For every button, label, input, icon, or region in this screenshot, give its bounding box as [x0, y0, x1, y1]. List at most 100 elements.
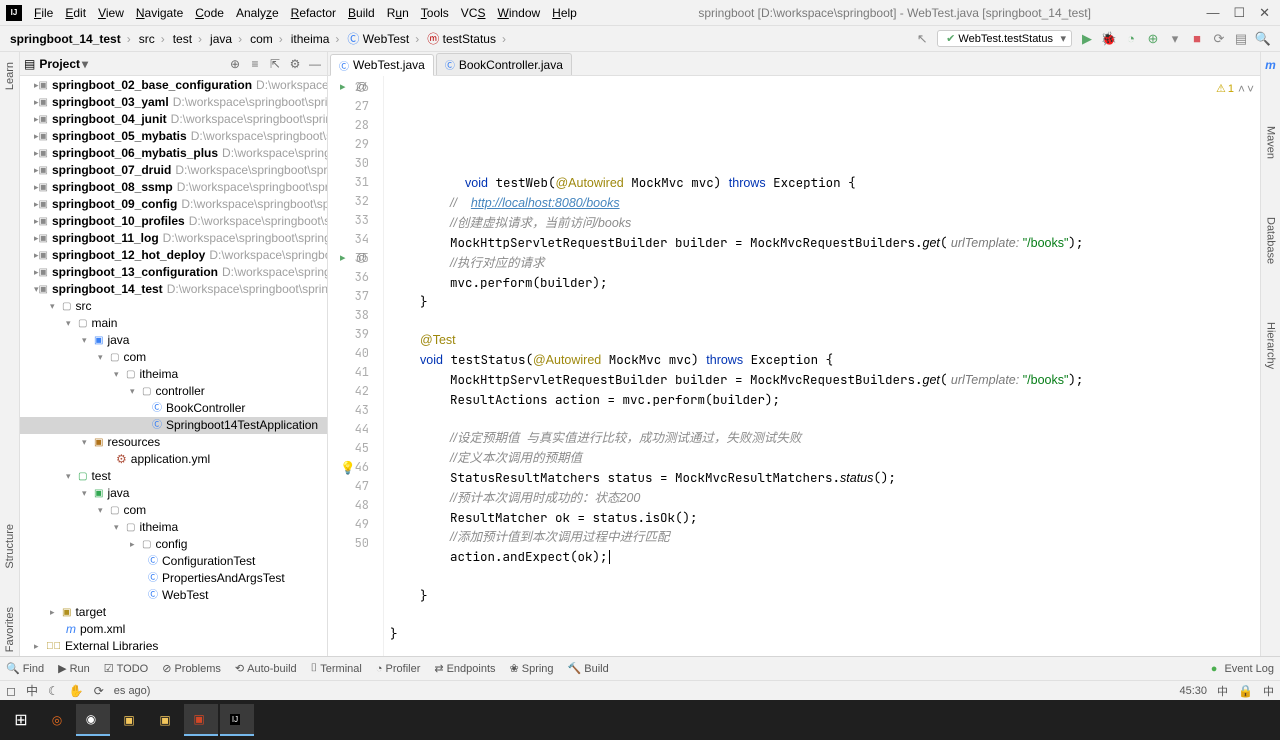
left-tab-learn[interactable]: Learn — [4, 58, 16, 94]
navigation-bar: springboot_14_test src test java com ith… — [0, 26, 1280, 52]
crumb-module[interactable]: springboot_14_test — [6, 32, 135, 46]
debug-icon[interactable]: 🐞 — [1100, 30, 1118, 48]
status-hand-icon[interactable]: ✋ — [69, 684, 84, 698]
tool-run[interactable]: ▶ Run — [58, 662, 90, 675]
menu-vcs[interactable]: VCS — [455, 0, 492, 26]
menu-view[interactable]: View — [92, 0, 130, 26]
taskbar-powerpoint[interactable]: ▣ — [184, 704, 218, 736]
tool-autobuild[interactable]: ⟲ Auto-build — [235, 662, 297, 675]
crumb-java[interactable]: java — [206, 32, 246, 46]
expand-all-icon[interactable]: ≡ — [247, 57, 263, 71]
taskbar-intellij[interactable]: IJ — [220, 704, 254, 736]
right-tab-hierarchy[interactable]: Hierarchy — [1265, 318, 1277, 373]
tool-endpoints[interactable]: ⇄ Endpoints — [434, 662, 495, 675]
crumb-com[interactable]: com — [246, 32, 287, 46]
caret-position[interactable]: 45:30 — [1180, 685, 1208, 697]
code-area[interactable]: ▸@ ▸@ 💡 void testWeb(@Autowired MockMvc … — [384, 76, 1260, 656]
event-log[interactable]: Event Log — [1211, 663, 1274, 675]
settings-icon[interactable]: ⚙ — [287, 57, 303, 71]
menu-build[interactable]: Build — [342, 0, 381, 26]
project-view-icon: ▤ — [24, 57, 35, 71]
taskbar-explorer[interactable]: ▣ — [112, 704, 146, 736]
crumb-src[interactable]: src — [135, 32, 169, 46]
profile-icon[interactable]: ⊕ — [1144, 30, 1162, 48]
run-configuration-dropdown[interactable]: ✔ WebTest.testStatus — [937, 30, 1072, 47]
run-gutter-icon[interactable]: ▸ — [340, 249, 346, 268]
window-controls: — ☐ ✕ — [1206, 5, 1280, 21]
update-icon[interactable]: ⟳ — [1210, 30, 1228, 48]
menu-window[interactable]: Window — [491, 0, 546, 26]
run-icon[interactable]: ▶ — [1078, 30, 1096, 48]
menu-edit[interactable]: Edit — [59, 0, 92, 26]
stop-icon[interactable]: ■ — [1188, 30, 1206, 48]
crumb-test[interactable]: test — [169, 32, 206, 46]
status-bg-tasks-icon[interactable]: ⟳ — [94, 684, 104, 698]
right-tab-database[interactable]: Database — [1265, 213, 1277, 268]
crumb-method[interactable]: ⓜ testStatus — [423, 30, 510, 47]
start-button[interactable]: ⊞ — [4, 704, 38, 736]
minimize-icon[interactable]: — — [1206, 5, 1219, 21]
right-tab-maven[interactable]: Maven — [1265, 122, 1277, 163]
run-gutter-icon[interactable]: ▸ — [340, 78, 346, 97]
project-header: ▤ Project ⊕ ≡ ⇱ ⚙ — — [20, 52, 327, 76]
taskbar-search-icon[interactable]: ◎ — [40, 704, 74, 736]
scroll-markers-nav[interactable]: ˄˅ — [1238, 82, 1254, 96]
taskbar-explorer2[interactable]: ▣ — [148, 704, 182, 736]
window-title: springboot [D:\workspace\springboot] - W… — [583, 6, 1207, 20]
taskbar-chrome[interactable]: ◉ — [76, 704, 110, 736]
status-ime2[interactable]: 中 — [1217, 683, 1228, 699]
menu-analyze[interactable]: Analyze — [230, 0, 285, 26]
main-area: Learn Structure Favorites ▤ Project ⊕ ≡ … — [0, 52, 1280, 656]
lock-icon[interactable]: 🔒 — [1238, 684, 1253, 698]
tool-find[interactable]: 🔍 Find — [6, 662, 44, 675]
menu-navigate[interactable]: Navigate — [130, 0, 189, 26]
maven-icon[interactable]: m — [1265, 58, 1276, 72]
project-tree[interactable]: ▸▣springboot_02_base_configurationD:\wor… — [20, 76, 327, 656]
intention-bulb-icon[interactable]: 💡 — [340, 459, 354, 473]
tool-profiler[interactable]: ◔ Profiler — [376, 663, 421, 675]
hide-icon[interactable]: — — [307, 57, 323, 71]
inspection-warning-badge[interactable]: ⚠ 1 — [1216, 82, 1234, 95]
status-moon-icon[interactable]: ☾ — [48, 684, 59, 698]
close-icon[interactable]: ✕ — [1259, 5, 1270, 21]
tool-todo[interactable]: ☑ TODO — [104, 662, 148, 675]
editor-pane: ⒸWebTest.java ⒸBookController.java 26 27… — [328, 52, 1260, 656]
tool-build[interactable]: 🔨 Build — [568, 662, 609, 675]
tab-bookcontroller[interactable]: ⒸBookController.java — [436, 53, 572, 75]
maximize-icon[interactable]: ☐ — [1233, 5, 1245, 21]
menu-bar: IJ FFileile Edit View Navigate Code Anal… — [0, 0, 1280, 26]
left-tool-stripe: Learn Structure Favorites — [0, 52, 20, 656]
menu-refactor[interactable]: Refactor — [285, 0, 342, 26]
windows-taskbar: ⊞ ◎ ◉ ▣ ▣ ▣ IJ — [0, 700, 1280, 740]
status-bar: ◻ 中 ☾ ✋ ⟳ es ago) 45:30 中 🔒 中 — [0, 680, 1280, 700]
left-tab-structure[interactable]: Structure — [4, 520, 16, 573]
search-everywhere-icon[interactable]: 🔍 — [1254, 30, 1272, 48]
coverage-icon[interactable]: ◔ — [1122, 30, 1140, 48]
tool-terminal[interactable]: ⌷ Terminal — [311, 662, 362, 675]
back-nav-icon[interactable]: ↖ — [913, 30, 931, 48]
menu-run[interactable]: Run — [381, 0, 415, 26]
menu-code[interactable]: Code — [189, 0, 230, 26]
select-opened-icon[interactable]: ⊕ — [227, 57, 243, 71]
menu-tools[interactable]: Tools — [415, 0, 455, 26]
tool-problems[interactable]: ⊘ Problems — [162, 662, 221, 675]
annotation-gutter-icon: @ — [356, 249, 367, 268]
crumb-itheima[interactable]: itheima — [287, 32, 344, 46]
project-view-dropdown[interactable]: Project — [39, 57, 88, 71]
structure-icon[interactable]: ▤ — [1232, 30, 1250, 48]
status-message: es ago) — [114, 685, 151, 697]
tool-spring[interactable]: ❀ Spring — [510, 662, 554, 675]
project-tool-window: ▤ Project ⊕ ≡ ⇱ ⚙ — ▸▣springboot_02_base… — [20, 52, 328, 656]
status-tool-windows-icon[interactable]: ◻ — [6, 684, 16, 698]
attach-icon[interactable]: ▾ — [1166, 30, 1184, 48]
tab-webtest[interactable]: ⒸWebTest.java — [330, 54, 434, 76]
collapse-all-icon[interactable]: ⇱ — [267, 57, 283, 71]
menu-help[interactable]: Help — [546, 0, 583, 26]
status-ime3[interactable]: 中 — [1263, 683, 1274, 699]
menu-file[interactable]: FFileile — [28, 0, 59, 26]
crumb-class[interactable]: Ⓒ WebTest — [343, 30, 423, 47]
code-editor[interactable]: 26 27 28 29 30 31 32 33 34 35 36 37 38 3… — [328, 76, 1260, 656]
right-tool-stripe: m Maven Database Hierarchy — [1260, 52, 1280, 656]
status-ime-icon[interactable]: 中 — [26, 682, 38, 699]
left-tab-favorites[interactable]: Favorites — [4, 603, 16, 656]
